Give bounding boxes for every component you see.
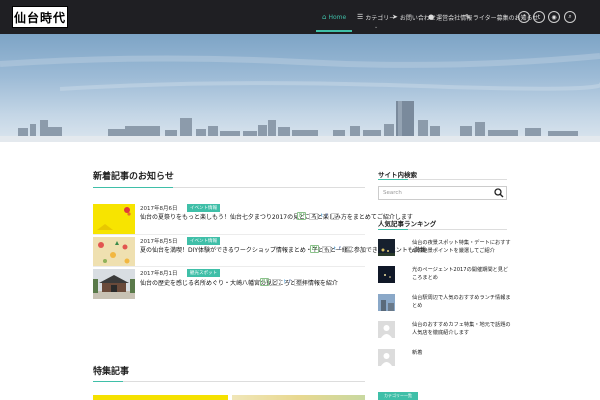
sidebar-search-title: サイト内検索	[378, 171, 417, 179]
post-thumbnail[interactable]	[93, 204, 135, 234]
home-icon: ⌂	[322, 13, 327, 21]
recent-posts-divider	[93, 187, 365, 188]
facebook-icon[interactable]: f	[339, 246, 341, 252]
post-category-badge[interactable]: イベント情報	[187, 237, 220, 245]
edit-icon: ✎	[465, 13, 471, 21]
search-icon[interactable]: ⌕	[564, 11, 576, 23]
post-title-link[interactable]: 仙台の歴史を感じる名所めぐり・大崎八幡宮の見どころと参拝情報を紹介	[140, 278, 338, 287]
divider-accent	[378, 179, 408, 180]
paper-plane-icon: ➤	[392, 13, 398, 21]
popular-thumbnail-placeholder[interactable]	[378, 349, 395, 366]
site-header: 仙台時代 ⌂ Home ☰ カテゴリー ⌄ ➤ お問い合わせ ● 運営会社情報 …	[0, 0, 600, 34]
post-divider	[93, 234, 365, 235]
sidebar-search-box	[378, 186, 507, 200]
list-icon: ☰	[357, 13, 364, 21]
search-icon[interactable]	[494, 188, 504, 198]
post-title-link[interactable]: 仙台の夏祭りをもっと楽しもう！仙台七夕まつり2017の見どころと楽しみ方をまとめ…	[140, 212, 413, 221]
rss-glyph: ◉	[551, 13, 557, 21]
popular-thumbnail[interactable]	[378, 266, 395, 283]
rss-icon[interactable]: ◉	[548, 11, 560, 23]
bookmark-icon[interactable]: B!	[260, 278, 270, 286]
nav-home[interactable]: ⌂ Home	[315, 0, 353, 34]
sidebar-divider	[378, 229, 507, 230]
sidebar-divider	[378, 179, 507, 180]
facebook-icon[interactable]: f	[289, 279, 291, 285]
featured-thumbnail[interactable]	[232, 395, 365, 400]
popular-item-link[interactable]: 仙台駅周辺で人気のおすすめランチ情報まとめ	[412, 294, 512, 310]
post-share-buttons: B! 0 t f 0	[310, 245, 353, 253]
nav-category-label: カテゴリー	[365, 14, 396, 22]
post-date: 2017年8月1日	[140, 271, 178, 277]
featured-section-divider	[93, 381, 365, 382]
popular-thumbnail-placeholder[interactable]	[378, 321, 395, 338]
post-date: 2017年8月6日	[140, 206, 178, 212]
hero-cityscape-image	[0, 34, 600, 142]
nav-home-label: Home	[328, 13, 347, 21]
featured-thumbnail[interactable]	[93, 395, 228, 400]
logo-text: 仙台時代	[13, 10, 66, 25]
site-logo[interactable]: 仙台時代	[12, 6, 68, 28]
popular-thumbnail[interactable]	[378, 239, 395, 256]
divider-accent	[93, 187, 173, 188]
divider-accent	[93, 381, 123, 382]
post-category-badge[interactable]: 観光スポット	[187, 269, 220, 277]
facebook-count: 0	[343, 245, 353, 253]
globe-icon: ●	[428, 13, 435, 21]
popular-thumbnail[interactable]	[378, 294, 395, 311]
twitter-icon[interactable]: t	[533, 11, 545, 23]
twitter-icon[interactable]: t	[334, 246, 336, 252]
twitter-glyph: t	[537, 13, 541, 21]
facebook-count: 0	[293, 278, 303, 286]
post-thumbnail[interactable]	[93, 237, 135, 267]
nav-category[interactable]: ☰ カテゴリー ⌄	[357, 0, 395, 34]
facebook-glyph: f	[522, 13, 526, 21]
category-list-button[interactable]: カテゴリー一覧	[378, 392, 418, 400]
post-share-buttons: B! 0 t f 0	[297, 212, 340, 220]
facebook-icon[interactable]: f	[326, 213, 328, 219]
post-divider	[93, 266, 365, 267]
twitter-icon[interactable]: t	[284, 279, 286, 285]
search-glyph: ⌕	[568, 13, 572, 20]
popular-item-link[interactable]: 仙台の夜景スポット特集・デートにおすすめの絶景ポイントを厳選してご紹介	[412, 239, 512, 255]
facebook-count: 0	[330, 212, 340, 220]
popular-item-link[interactable]: 新着	[412, 349, 512, 357]
twitter-icon[interactable]: t	[321, 213, 323, 219]
bookmark-count: 0	[309, 212, 318, 220]
chevron-down-icon: ⌄	[374, 24, 379, 30]
post-date: 2017年8月5日	[140, 239, 178, 245]
bookmark-icon[interactable]: B!	[297, 212, 307, 220]
bookmark-count: 0	[322, 245, 331, 253]
sidebar-popular-title: 人気記事ランキング	[378, 220, 437, 228]
post-category-badge[interactable]: イベント情報	[187, 204, 220, 212]
post-thumbnail[interactable]	[93, 269, 135, 299]
bookmark-count: 0	[272, 278, 281, 286]
featured-section-title: 特集記事	[93, 367, 130, 377]
post-share-buttons: B! 0 t f 0	[260, 278, 303, 286]
facebook-icon[interactable]: f	[518, 11, 530, 23]
bookmark-icon[interactable]: B!	[310, 245, 320, 253]
search-input[interactable]	[379, 187, 491, 199]
popular-item-link[interactable]: 仙台のおすすめカフェ特集・地元で話題の人気店を徹底紹介します	[412, 321, 512, 337]
popular-item-link[interactable]: 光のページェント2017の開催期間と見どころまとめ	[412, 266, 512, 282]
divider-accent	[378, 229, 408, 230]
recent-posts-title: 新着記事のお知らせ	[93, 172, 174, 182]
